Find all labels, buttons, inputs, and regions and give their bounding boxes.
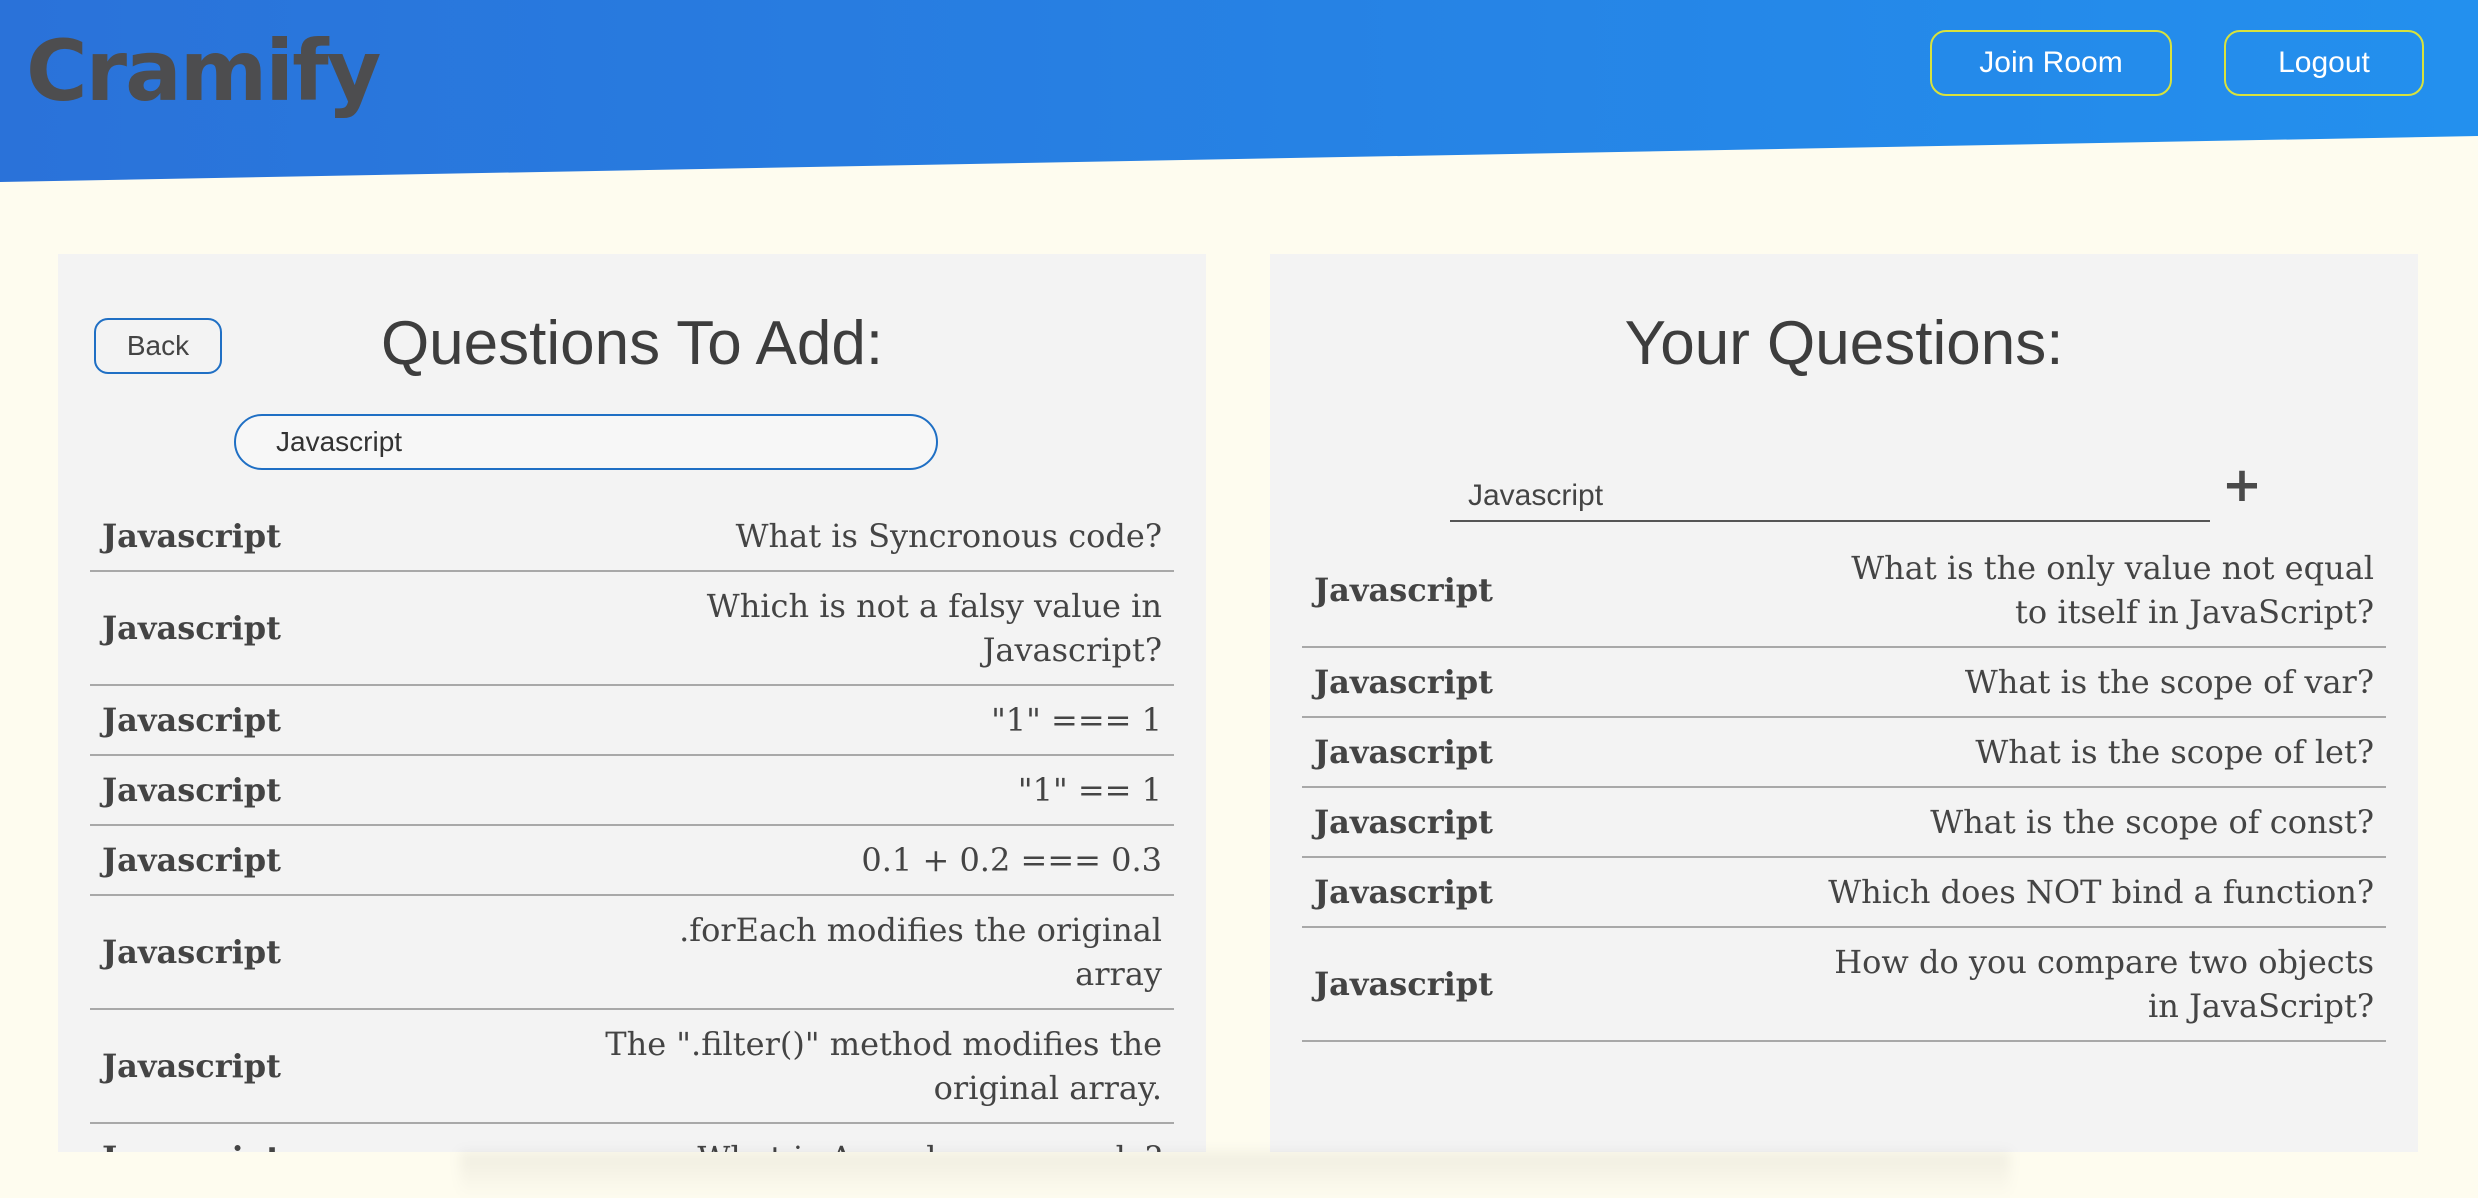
question-category: Javascript	[1314, 803, 1493, 841]
footer-shadow	[460, 1152, 2010, 1198]
category-input[interactable]	[1450, 472, 2210, 522]
question-row[interactable]: Javascript Which is not a falsy value in…	[90, 572, 1174, 686]
question-list: Javascript What is the only value not eq…	[1302, 534, 2386, 1042]
join-room-button[interactable]: Join Room	[1930, 30, 2172, 96]
question-row[interactable]: Javascript "1" === 1	[90, 686, 1174, 756]
question-text: 0.1 + 0.2 === 0.3	[861, 841, 1162, 879]
logout-button[interactable]: Logout	[2224, 30, 2424, 96]
panel-title: Your Questions:	[1624, 309, 2064, 378]
question-category: Javascript	[102, 1047, 281, 1085]
question-text: Which does NOT bind a function?	[1828, 873, 2374, 911]
question-row[interactable]: Javascript What is Asynchronous code?	[90, 1124, 1174, 1152]
question-category: Javascript	[102, 841, 281, 879]
panel-title: Questions To Add:	[380, 309, 884, 378]
question-category: Javascript	[102, 771, 281, 809]
question-row[interactable]: Javascript 0.1 + 0.2 === 0.3	[90, 826, 1174, 896]
question-category: Javascript	[1314, 965, 1493, 1003]
question-row[interactable]: Javascript What is the scope of let?	[1302, 718, 2386, 788]
question-category: Javascript	[102, 517, 281, 555]
question-category: Javascript	[1314, 873, 1493, 911]
search-input[interactable]	[234, 414, 938, 470]
question-text: What is the scope of const?	[1930, 803, 2374, 841]
question-text: What is the only value not equal to itse…	[1851, 549, 2374, 631]
question-text: "1" === 1	[991, 701, 1162, 739]
question-category: Javascript	[1314, 733, 1493, 771]
question-category: Javascript	[1314, 663, 1493, 701]
question-category: Javascript	[102, 1139, 281, 1152]
question-category: Javascript	[102, 609, 281, 647]
questions-to-add-panel: Back Questions To Add: Javascript What i…	[58, 254, 1206, 1152]
question-row[interactable]: Javascript How do you compare two object…	[1302, 928, 2386, 1042]
your-questions-panel: Your Questions: + Javascript What is the…	[1270, 254, 2418, 1152]
question-row[interactable]: Javascript "1" == 1	[90, 756, 1174, 826]
question-text: The ".filter()" method modifies the orig…	[605, 1025, 1162, 1107]
question-text: .forEach modifies the original array	[679, 911, 1162, 993]
question-text: What is Syncronous code?	[735, 517, 1162, 555]
question-text: How do you compare two objects in JavaSc…	[1834, 943, 2374, 1025]
question-category: Javascript	[102, 701, 281, 739]
question-text: "1" == 1	[1017, 771, 1162, 809]
question-row[interactable]: Javascript What is the scope of const?	[1302, 788, 2386, 858]
logo: Cramify	[26, 22, 381, 120]
plus-icon[interactable]: +	[2220, 457, 2264, 513]
question-row[interactable]: Javascript What is Syncronous code?	[90, 502, 1174, 572]
question-text: Which is not a falsy value in Javascript…	[706, 587, 1162, 669]
question-row[interactable]: Javascript The ".filter()" method modifi…	[90, 1010, 1174, 1124]
question-list: Javascript What is Syncronous code? Java…	[90, 502, 1174, 1152]
question-text: What is the scope of let?	[1975, 733, 2374, 771]
question-category: Javascript	[1314, 571, 1493, 609]
question-text: What is the scope of var?	[1964, 663, 2374, 701]
question-row[interactable]: Javascript Which does NOT bind a functio…	[1302, 858, 2386, 928]
question-row[interactable]: Javascript What is the scope of var?	[1302, 648, 2386, 718]
question-category: Javascript	[102, 933, 281, 971]
question-row[interactable]: Javascript .forEach modifies the origina…	[90, 896, 1174, 1010]
question-row[interactable]: Javascript What is the only value not eq…	[1302, 534, 2386, 648]
question-text: What is Asynchronous code?	[697, 1136, 1162, 1152]
